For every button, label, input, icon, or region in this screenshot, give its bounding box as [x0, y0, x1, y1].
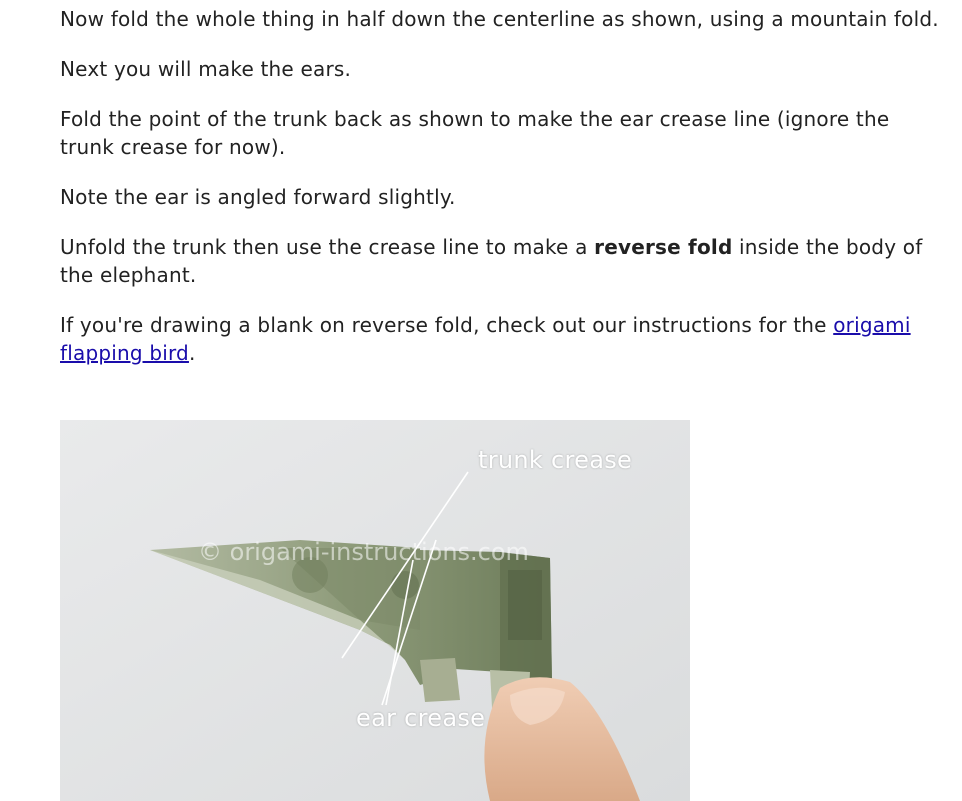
paragraph-ear-angle: Note the ear is angled forward slightly. [60, 185, 456, 209]
paragraph-flapping-bird-reference: If you're drawing a blank on reverse fol… [60, 311, 940, 367]
text-segment: . [188, 341, 196, 365]
text-segment: Unfold the trunk then use the crease lin… [60, 235, 595, 259]
paragraph-ear-crease: Fold the point of the trunk back as show… [60, 107, 890, 159]
article-body: Now fold the whole thing in half down th… [60, 5, 940, 389]
instruction-photo: © origami-instructions.com trunk crease … [60, 420, 690, 801]
ear-crease-label: ear crease [356, 704, 486, 732]
trunk-crease-label: trunk crease [478, 446, 633, 474]
watermark-text: © origami-instructions.com [198, 538, 529, 566]
bold-term-reverse-fold: reverse fold [594, 235, 733, 259]
paragraph-reverse-fold: Unfold the trunk then use the crease lin… [60, 233, 940, 289]
paragraph-make-ears: Next you will make the ears. [60, 57, 352, 81]
text-segment: If you're drawing a blank on reverse fol… [60, 313, 834, 337]
paragraph-centerline-fold: Now fold the whole thing in half down th… [60, 7, 939, 31]
photo-illustration [60, 420, 690, 801]
